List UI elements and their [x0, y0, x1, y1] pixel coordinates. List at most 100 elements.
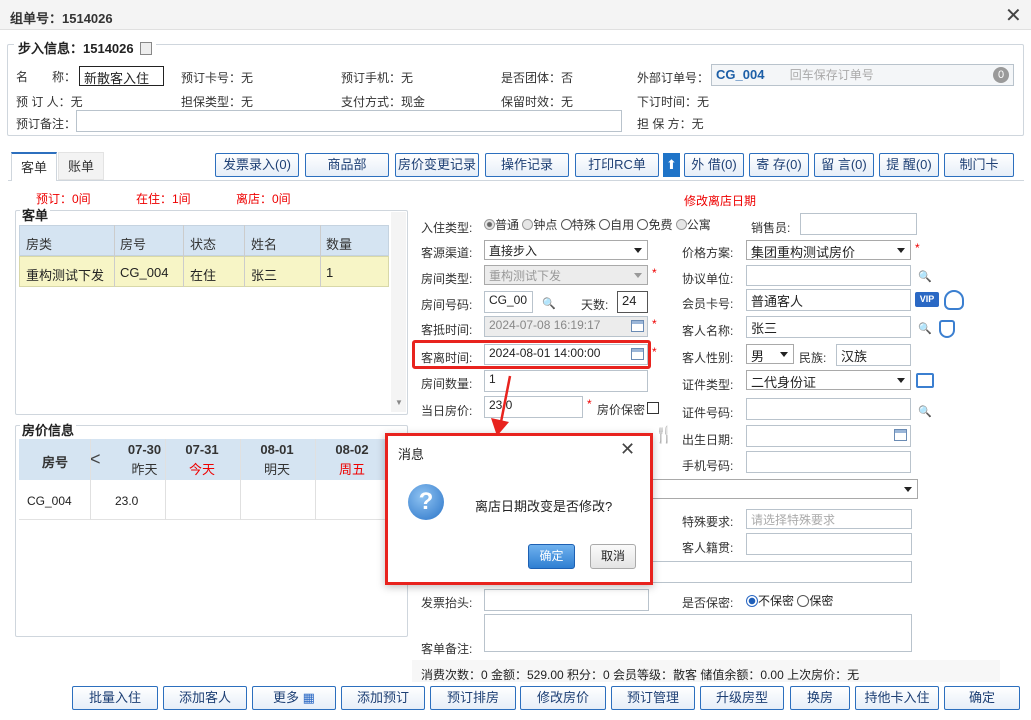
dialog-cancel-button[interactable]: 取消	[590, 544, 636, 569]
day-tag: 周五	[338, 462, 365, 477]
channel-select[interactable]: 直接步入	[484, 240, 648, 260]
dialog-close-icon[interactable]: ✕	[620, 439, 635, 460]
radio-apartment[interactable]	[675, 219, 687, 230]
room-type-select[interactable]: 重构测试下发	[484, 265, 648, 285]
operation-log-button[interactable]: 操作记录	[485, 153, 569, 177]
radio-self[interactable]	[599, 219, 611, 230]
id-scan-icon[interactable]	[916, 373, 934, 388]
native-input[interactable]	[746, 533, 912, 555]
search-icon[interactable]: 🔍	[542, 297, 556, 310]
other-card-checkin-button[interactable]: 持他卡入住	[855, 686, 939, 710]
secret-price-label: 房价保密	[597, 403, 646, 417]
invoice-entry-button[interactable]: 发票录入(0)	[215, 153, 299, 177]
lend-button[interactable]: 外 借(0)	[684, 153, 744, 177]
confirm-button[interactable]: 确定	[944, 686, 1020, 710]
add-guest-button[interactable]: 添加客人	[163, 686, 247, 710]
meal-icon[interactable]: 🍴	[654, 425, 674, 445]
radio-not-secret[interactable]	[746, 595, 758, 607]
nation-input[interactable]: 汉族	[836, 344, 911, 366]
radio-label: 保密	[809, 594, 834, 608]
make-card-button[interactable]: 制门卡	[944, 153, 1014, 177]
agreement-input[interactable]	[746, 265, 911, 286]
booker-phone: 预订手机：无	[341, 71, 414, 85]
day-date: 08-01	[260, 442, 294, 457]
days-label: 天数:	[581, 298, 609, 312]
tab-bill[interactable]: 账单	[58, 152, 104, 180]
search-icon[interactable]: 🔍	[918, 322, 932, 335]
batch-checkin-button[interactable]: 批量入住	[72, 686, 158, 710]
tab-guest-order[interactable]: 客单	[11, 152, 57, 181]
idno-label: 证件号码:	[682, 406, 734, 420]
day-date: 07-31	[185, 442, 219, 457]
calendar-icon[interactable]	[631, 320, 644, 332]
special-input[interactable]: 请选择特殊要求	[746, 509, 912, 529]
secret-price-checkbox[interactable]	[647, 402, 659, 414]
member-input[interactable]: 普通客人	[746, 289, 911, 311]
search-icon[interactable]: 🔍	[918, 405, 932, 418]
close-icon[interactable]: ✕	[1005, 3, 1022, 28]
days-input[interactable]: 24	[617, 291, 648, 313]
search-icon[interactable]: 🔍	[918, 270, 932, 283]
ext-order-input[interactable]: CG_004 回车保存订单号 0	[711, 64, 1014, 86]
radio-secret[interactable]	[797, 595, 810, 607]
goods-dept-button[interactable]: 商品部	[305, 153, 389, 177]
print-rc-button[interactable]: 打印RC单	[575, 153, 659, 177]
room-no-input[interactable]: CG_00	[484, 291, 533, 313]
radio-special[interactable]	[560, 219, 572, 230]
gender-select[interactable]: 男	[746, 344, 794, 364]
window-titlebar: 组单号：1514026 ✕	[0, 0, 1031, 30]
price-change-log-button[interactable]: 房价变更记录	[395, 153, 479, 177]
shield-icon[interactable]	[939, 320, 955, 338]
more-label: 更多	[273, 690, 300, 705]
depart-label: 客离时间:	[421, 351, 473, 365]
user-add-icon[interactable]	[944, 290, 964, 310]
scroll-down-icon[interactable]: ▼	[395, 398, 403, 407]
radio-normal[interactable]	[484, 219, 495, 230]
remind-button[interactable]: 提 醒(0)	[879, 153, 939, 177]
invoice-input[interactable]	[484, 589, 649, 611]
arrive-input[interactable]: 2024-07-08 16:19:17	[484, 316, 648, 337]
prev-date-icon[interactable]: <	[90, 449, 101, 470]
more-button[interactable]: 更多 ▦	[252, 686, 336, 710]
extra-select[interactable]	[652, 479, 918, 499]
idtype-label: 证件类型:	[682, 378, 734, 392]
mobile-input[interactable]	[746, 451, 911, 473]
depart-input[interactable]: 2024-08-01 14:00:00	[484, 344, 648, 365]
sales-input[interactable]	[800, 213, 917, 235]
vip-icon[interactable]: VIP	[915, 292, 939, 307]
booking-manage-button[interactable]: 预订管理	[611, 686, 695, 710]
upgrade-room-button[interactable]: 升级房型	[700, 686, 784, 710]
calendar-icon[interactable]	[894, 429, 907, 441]
room-type-label: 房间类型:	[421, 272, 473, 286]
is-group: 是否团体：否	[501, 71, 574, 85]
remark-textarea[interactable]	[484, 614, 912, 652]
guest-name-input[interactable]: 张三	[746, 316, 911, 338]
table-row[interactable]: 重构测试下发 CG_004 在住 张三 1	[19, 256, 389, 287]
guest-list-scrollbar[interactable]: ▼	[391, 212, 406, 412]
upload-icon[interactable]: ⬆	[663, 153, 680, 177]
extra-input[interactable]	[652, 561, 912, 583]
radio-hourly[interactable]	[522, 219, 534, 230]
change-room-button[interactable]: 换房	[790, 686, 850, 710]
cell-name: 张三	[251, 268, 278, 283]
radio-free[interactable]	[637, 219, 649, 230]
idno-input[interactable]	[746, 398, 911, 420]
radio-label: 钟点	[533, 218, 558, 232]
modify-price-button[interactable]: 修改房价	[520, 686, 606, 710]
ext-order-value: CG_004	[716, 67, 765, 82]
message-button[interactable]: 留 言(0)	[814, 153, 874, 177]
birth-input[interactable]	[746, 425, 911, 447]
copy-icon[interactable]	[140, 42, 153, 55]
booking-remark-input[interactable]	[76, 110, 622, 132]
mobile-label: 手机号码:	[682, 459, 734, 473]
add-booking-button[interactable]: 添加预订	[341, 686, 425, 710]
radio-label: 不保密	[758, 594, 795, 608]
idtype-select[interactable]: 二代身份证	[746, 370, 911, 390]
name-input[interactable]: 新散客入住	[79, 66, 164, 86]
calendar-icon[interactable]	[631, 348, 644, 360]
booking-assign-button[interactable]: 预订排房	[430, 686, 516, 710]
deposit-button[interactable]: 寄 存(0)	[749, 153, 809, 177]
dialog-ok-button[interactable]: 确定	[528, 544, 575, 569]
ext-order-count-badge: 0	[993, 67, 1009, 83]
price-plan-select[interactable]: 集团重构测试房价	[746, 240, 911, 260]
